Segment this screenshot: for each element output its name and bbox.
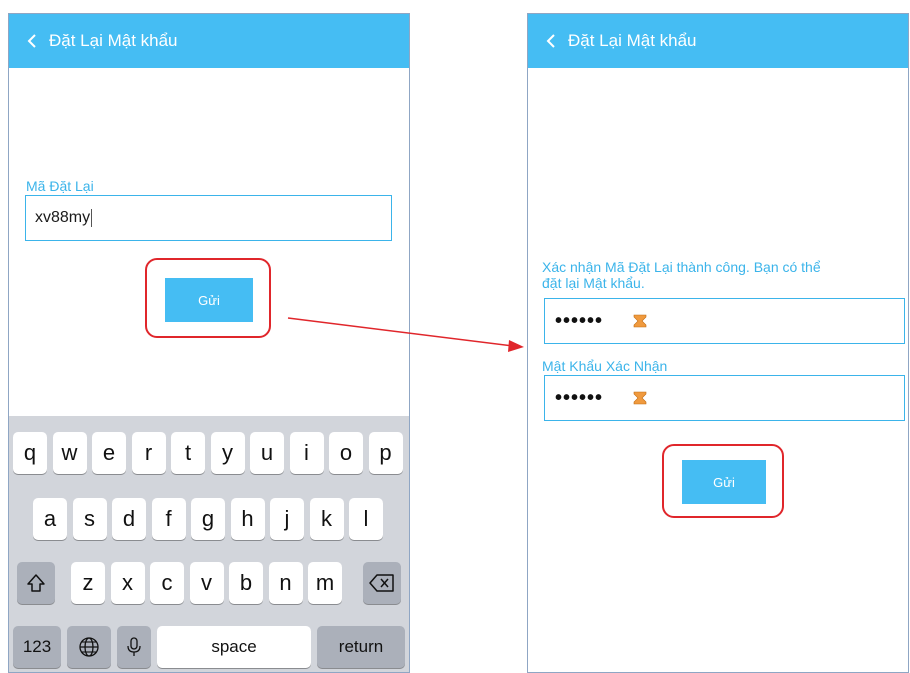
key-o[interactable]: o	[329, 432, 363, 474]
key-n[interactable]: n	[268, 562, 303, 604]
new-password-field[interactable]: ••••••	[544, 298, 905, 344]
key-w[interactable]: w	[52, 432, 87, 474]
submit-button[interactable]: Gửi	[165, 278, 253, 322]
key-s[interactable]: s	[72, 498, 107, 540]
microphone-key[interactable]	[117, 626, 151, 668]
back-chevron-icon[interactable]	[538, 28, 564, 54]
key-g[interactable]: g	[191, 498, 225, 540]
key-f[interactable]: f	[151, 498, 186, 540]
key-y[interactable]: y	[210, 432, 245, 474]
backspace-icon	[369, 574, 394, 592]
key-j[interactable]: j	[270, 498, 304, 540]
backspace-key[interactable]	[363, 562, 401, 604]
shift-icon	[27, 574, 45, 592]
shift-key[interactable]	[17, 562, 55, 604]
header-bar: Đặt Lại Mật khẩu	[528, 14, 908, 68]
globe-key[interactable]	[67, 626, 111, 668]
numbers-key[interactable]: 123	[13, 626, 61, 668]
key-p[interactable]: p	[368, 432, 403, 474]
key-m[interactable]: m	[308, 562, 342, 604]
left-screen: Đặt Lại Mật khẩu Mã Đặt Lại xv88my Gửi q…	[8, 13, 410, 673]
key-e[interactable]: e	[92, 432, 126, 474]
key-t[interactable]: t	[171, 432, 205, 474]
globe-icon	[79, 637, 99, 657]
right-screen: Đặt Lại Mật khẩu Xác nhận Mã Đặt Lại thà…	[527, 13, 909, 673]
page-title: Đặt Lại Mật khẩu	[568, 31, 697, 50]
text-caret	[91, 209, 93, 227]
space-key[interactable]: space	[157, 626, 311, 668]
submit-button[interactable]: Gửi	[682, 460, 766, 504]
header-bar: Đặt Lại Mật khẩu	[9, 14, 409, 68]
success-message-line2: đặt lại Mật khẩu.	[542, 275, 645, 291]
confirm-password-field[interactable]: ••••••	[544, 375, 905, 421]
back-chevron-icon[interactable]	[19, 28, 45, 54]
page-title: Đặt Lại Mật khẩu	[49, 31, 178, 50]
key-u[interactable]: u	[250, 432, 284, 474]
key-d[interactable]: d	[112, 498, 146, 540]
onscreen-keyboard: qwertyuiop asdfghjkl zxcvbnm 123 space r…	[9, 416, 409, 672]
key-k[interactable]: k	[309, 498, 344, 540]
key-q[interactable]: q	[13, 432, 47, 474]
new-password-value: ••••••	[555, 309, 604, 332]
return-key[interactable]: return	[317, 626, 405, 668]
key-l[interactable]: l	[349, 498, 383, 540]
key-z[interactable]: z	[71, 562, 105, 604]
reset-code-field[interactable]: xv88my	[25, 195, 392, 241]
reset-code-value: xv88my	[35, 209, 91, 226]
microphone-icon	[127, 637, 141, 656]
key-i[interactable]: i	[289, 432, 324, 474]
clear-icon[interactable]	[633, 314, 647, 328]
arrow-head-icon	[508, 340, 524, 352]
reset-code-label: Mã Đặt Lại	[26, 178, 94, 194]
confirm-password-value: ••••••	[555, 386, 604, 409]
key-r[interactable]: r	[131, 432, 166, 474]
key-x[interactable]: x	[110, 562, 145, 604]
confirm-password-label: Mật Khẩu Xác Nhận	[542, 358, 668, 374]
key-c[interactable]: c	[150, 562, 184, 604]
clear-icon[interactable]	[633, 391, 647, 405]
success-message-line1: Xác nhận Mã Đặt Lại thành công. Bạn có t…	[542, 259, 821, 275]
key-h[interactable]: h	[230, 498, 265, 540]
key-b[interactable]: b	[229, 562, 263, 604]
key-v[interactable]: v	[189, 562, 224, 604]
key-a[interactable]: a	[33, 498, 67, 540]
